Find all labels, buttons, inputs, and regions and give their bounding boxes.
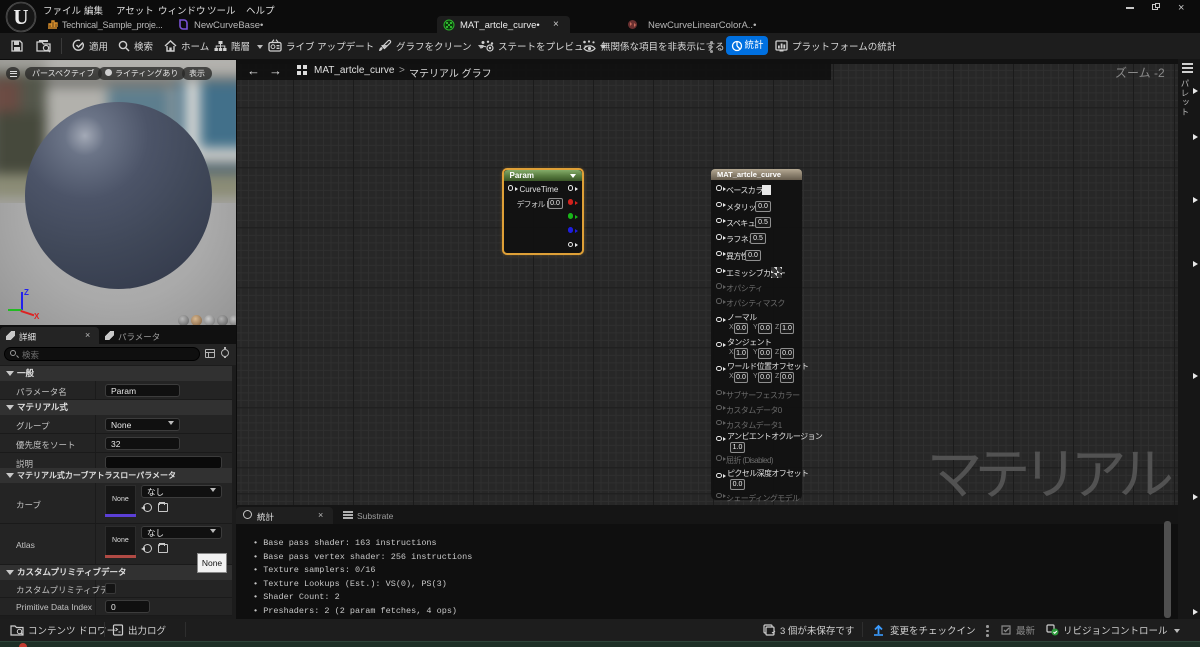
svg-text:U: U: [13, 5, 28, 29]
